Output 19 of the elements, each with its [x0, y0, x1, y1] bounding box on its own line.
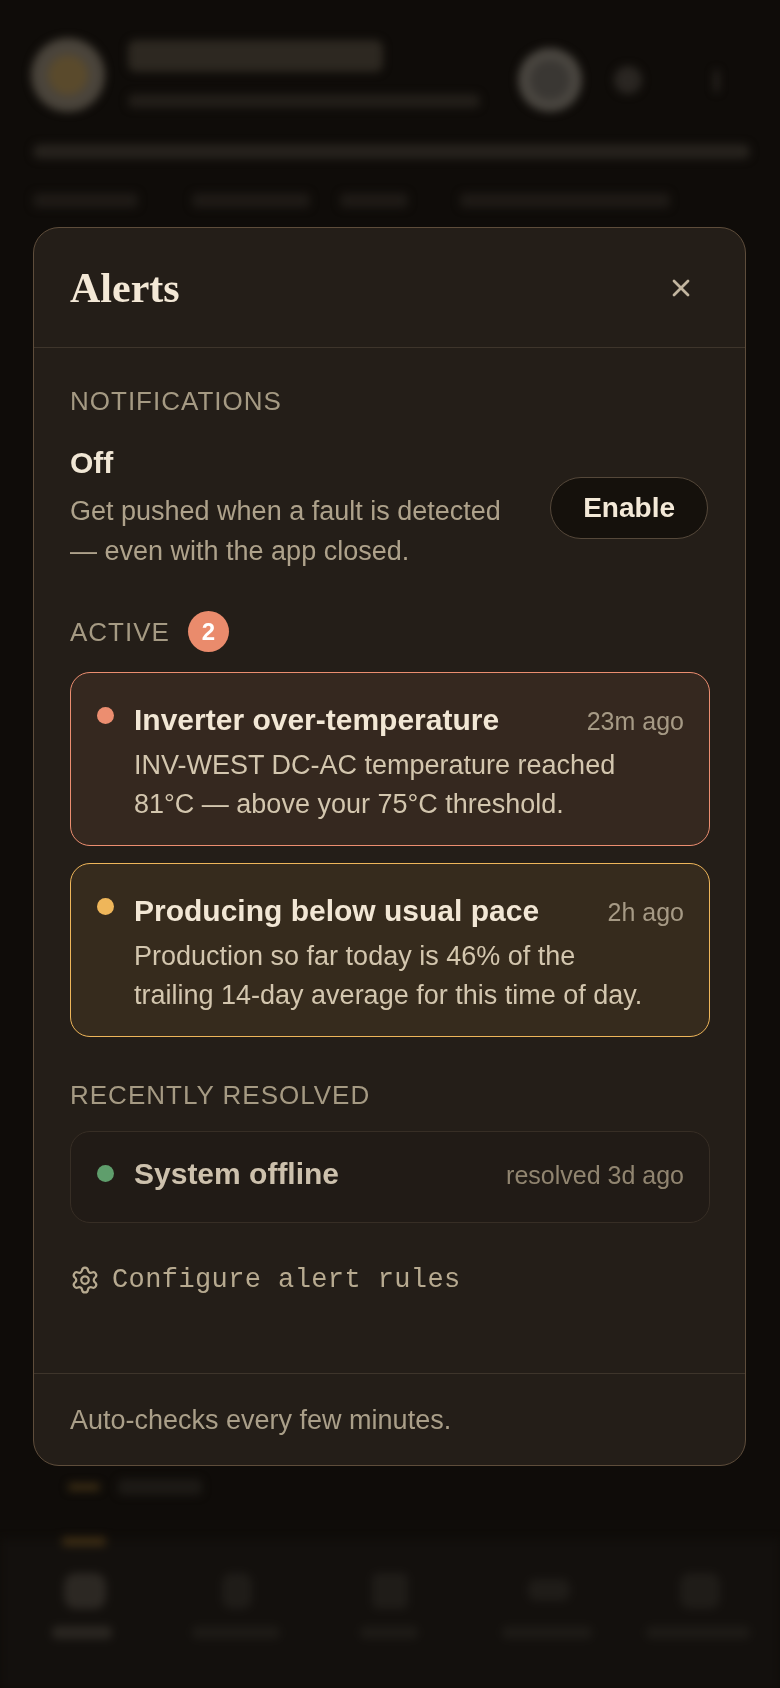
- section-label: NOTIFICATIONS: [70, 385, 283, 417]
- section-label: RECENTLY RESOLVED: [70, 1079, 372, 1111]
- notification-description: Get pushed when a fault is detected — even with the app closed.: [70, 495, 502, 568]
- alert-time: resolved 3d ago: [506, 1160, 684, 1191]
- section-label: ACTIVE: [70, 615, 170, 648]
- alert-time: 23m ago: [586, 706, 684, 737]
- configure-rules-link[interactable]: Configure alert rules: [70, 1262, 461, 1298]
- alert-message: INV-WEST DC-AC temperature reached 81°C — above your 75°C threshold.: [134, 749, 617, 821]
- notification-status: Off: [70, 445, 115, 481]
- dialog-title: Alerts: [70, 263, 180, 312]
- alert-time: 2h ago: [607, 897, 684, 928]
- alert-message: Production so far today is 46% of the trailing 14-day average for this time of day.: [134, 940, 644, 1012]
- enable-button[interactable]: Enable: [550, 477, 708, 539]
- footer-note: Auto-checks every few minutes.: [70, 1403, 452, 1437]
- alert-title: Producing below usual pace: [134, 893, 540, 929]
- alert-title: Inverter over-temperature: [134, 702, 500, 738]
- settings-icon: [70, 1265, 100, 1295]
- count-badge: 2: [187, 611, 229, 652]
- alert-title: System offline: [134, 1156, 340, 1192]
